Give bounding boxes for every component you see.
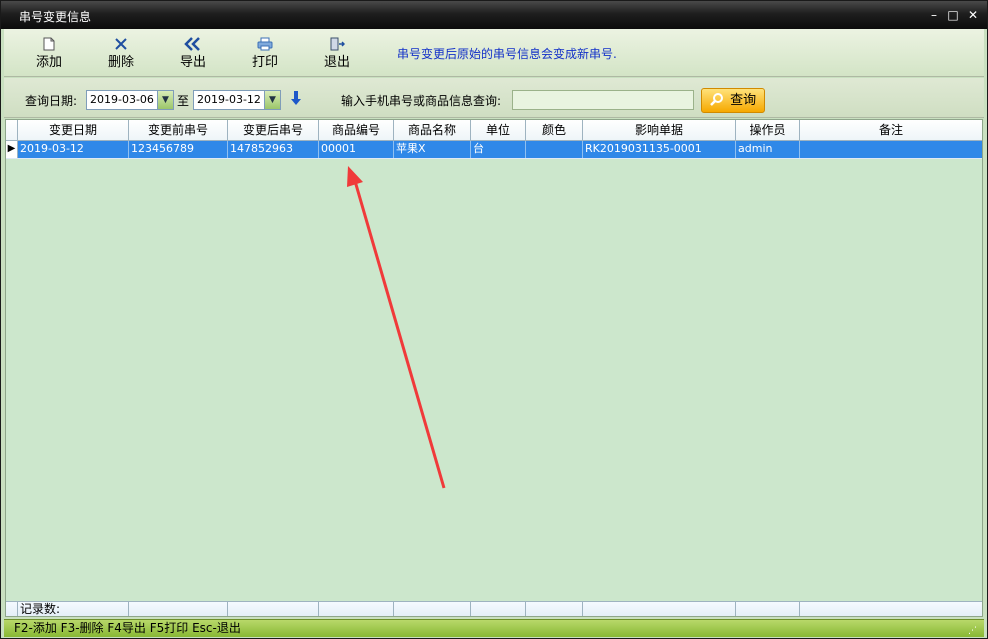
resize-grip-icon[interactable]: ⋰ — [968, 623, 980, 636]
annotation-arrow-shaft — [353, 180, 446, 489]
main-window: 串号变更信息 – □ ✕ 添加 删除 导出 打印 退出 串号变更后原始的串号信息… — [0, 0, 988, 639]
annotation-arrow-head — [347, 166, 363, 187]
shortcut-hints: F2-添加 F3-删除 F4导出 F5打印 Esc-退出 — [14, 621, 241, 635]
status-bar: F2-添加 F3-删除 F4导出 F5打印 Esc-退出 ⋰ — [4, 619, 984, 637]
annotation-arrow — [347, 166, 446, 489]
